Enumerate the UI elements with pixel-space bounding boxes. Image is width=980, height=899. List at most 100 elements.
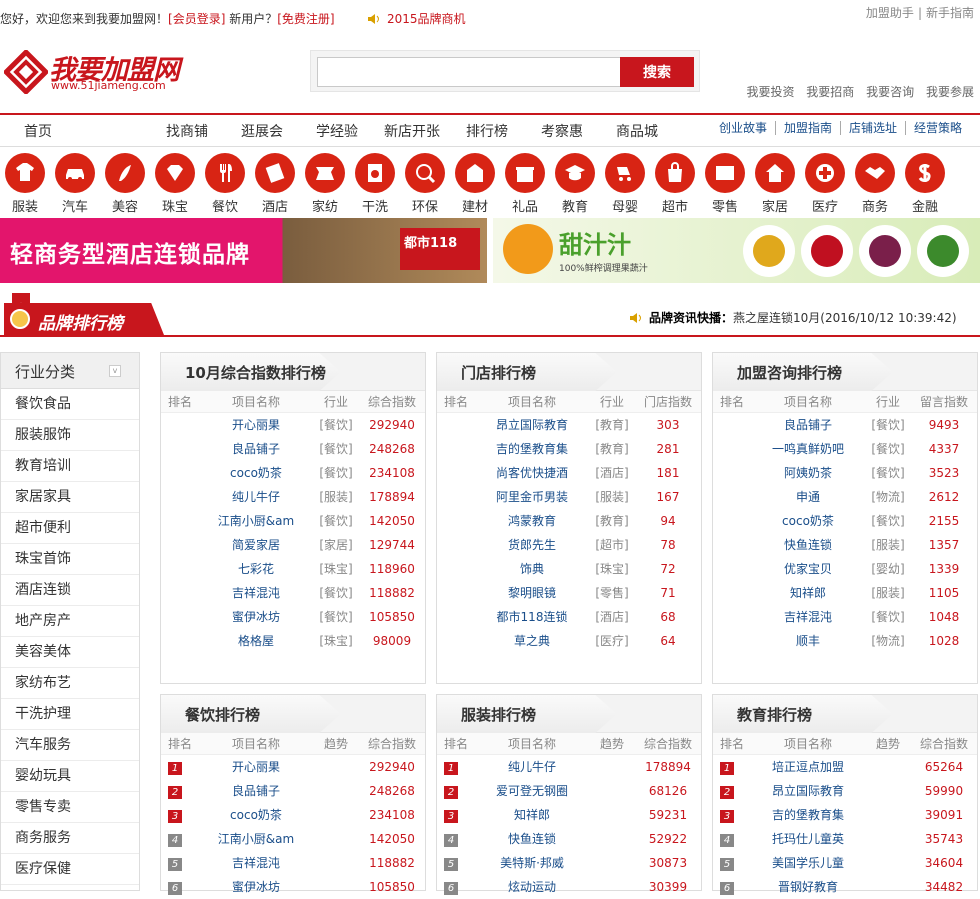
category-cutlery[interactable]: 餐饮 (200, 153, 250, 215)
sidebar-item[interactable]: 商务服务 (1, 823, 139, 854)
nav-mall[interactable]: 商品城 (616, 121, 658, 141)
project-name-link[interactable]: 开心丽果 (201, 413, 311, 437)
project-name-link[interactable]: 吉的堡教育集 (753, 803, 863, 827)
table-row[interactable]: 5 吉祥混沌 118882 (161, 851, 425, 875)
table-row[interactable]: 4 快鱼连锁 52922 (437, 827, 701, 851)
nav-learn[interactable]: 学经验 (316, 121, 358, 141)
table-row[interactable]: 阿姨奶茶 [餐饮] 3523 (713, 461, 977, 485)
nav-sub-location[interactable]: 店铺选址 (839, 121, 905, 135)
table-row[interactable]: 2 良品铺子 248268 (161, 779, 425, 803)
quick-link-merchants[interactable]: 我要招商 (806, 85, 854, 99)
table-row[interactable]: 尚客优快捷酒 [酒店] 181 (437, 461, 701, 485)
sidebar-item[interactable]: 干洗护理 (1, 699, 139, 730)
category-jewel[interactable]: 珠宝 (150, 153, 200, 215)
table-row[interactable]: 良品铺子 [餐饮] 9493 (713, 413, 977, 437)
register-link[interactable]: [免费注册] (277, 12, 334, 26)
table-row[interactable]: 知祥郎 [服装] 1105 (713, 581, 977, 605)
project-name-link[interactable]: 培正逗点加盟 (753, 755, 863, 779)
table-row[interactable]: 顺丰 [物流] 1028 (713, 629, 977, 653)
nav-shops[interactable]: 找商铺 (166, 121, 208, 141)
category-shopping-bag[interactable]: 超市 (650, 153, 700, 215)
category-beauty[interactable]: 美容 (100, 153, 150, 215)
table-row[interactable]: 快鱼连锁 [服装] 1357 (713, 533, 977, 557)
category-globe[interactable]: 环保 (400, 153, 450, 215)
project-name-link[interactable]: 申通 (753, 485, 863, 509)
quick-link-consult[interactable]: 我要咨询 (866, 85, 914, 99)
table-row[interactable]: 6 炫动运动 30399 (437, 875, 701, 899)
project-name-link[interactable]: 江南小厨&am (201, 509, 311, 533)
site-logo[interactable]: 我要加盟网 www.51jiameng.com (4, 48, 192, 96)
table-row[interactable]: 吉祥混沌 [餐饮] 118882 (161, 581, 425, 605)
table-row[interactable]: coco奶茶 [餐饮] 234108 (161, 461, 425, 485)
sidebar-item[interactable]: 服装服饰 (1, 420, 139, 451)
news-ticker[interactable]: 品牌资讯快播：燕之屋连锁10月(2016/10/12 10:39:42) (629, 309, 957, 326)
table-row[interactable]: 6 蜜伊冰坊 105850 (161, 875, 425, 899)
helper-link[interactable]: 加盟助手 (866, 6, 914, 20)
sidebar-item[interactable]: 地产房产 (1, 606, 139, 637)
category-gift[interactable]: 礼品 (500, 153, 550, 215)
table-row[interactable]: 4 托玛仕儿童英 35743 (713, 827, 977, 851)
category-textile[interactable]: 家纺 (300, 153, 350, 215)
hotel-banner[interactable]: 轻商务型酒店连锁品牌 都市118 (0, 218, 487, 283)
project-name-link[interactable]: 昂立国际教育 (477, 413, 587, 437)
sidebar-item[interactable]: 婴幼玩具 (1, 761, 139, 792)
panel-header[interactable]: 10月综合指数排行榜 (161, 353, 425, 391)
table-row[interactable]: 纯儿牛仔 [服装] 178894 (161, 485, 425, 509)
project-name-link[interactable]: 吉祥混沌 (201, 851, 311, 875)
project-name-link[interactable]: 知祥郎 (753, 581, 863, 605)
table-row[interactable]: 饰典 [珠宝] 72 (437, 557, 701, 581)
table-row[interactable]: 吉的堡教育集 [教育] 281 (437, 437, 701, 461)
category-car[interactable]: 汽车 (50, 153, 100, 215)
project-name-link[interactable]: 昂立国际教育 (753, 779, 863, 803)
table-row[interactable]: 申通 [物流] 2612 (713, 485, 977, 509)
project-name-link[interactable]: 快鱼连锁 (753, 533, 863, 557)
project-name-link[interactable]: 江南小厨&am (201, 827, 311, 851)
project-name-link[interactable]: 货郎先生 (477, 533, 587, 557)
table-row[interactable]: 2 爱可登无钢圈 68126 (437, 779, 701, 803)
project-name-link[interactable]: 格格屋 (201, 629, 311, 653)
table-row[interactable]: 1 培正逗点加盟 65264 (713, 755, 977, 779)
project-name-link[interactable]: 知祥郎 (477, 803, 587, 827)
category-medical-cross[interactable]: 医疗 (800, 153, 850, 215)
panel-header[interactable]: 加盟咨询排行榜 (713, 353, 977, 391)
sidebar-header[interactable]: 行业分类 v (1, 353, 139, 389)
table-row[interactable]: 简爱家居 [家居] 129744 (161, 533, 425, 557)
panel-header[interactable]: 教育排行榜 (713, 695, 977, 733)
project-name-link[interactable]: 阿姨奶茶 (753, 461, 863, 485)
category-graduation[interactable]: 教育 (550, 153, 600, 215)
table-row[interactable]: 3 吉的堡教育集 39091 (713, 803, 977, 827)
table-row[interactable]: 开心丽果 [餐饮] 292940 (161, 413, 425, 437)
project-name-link[interactable]: 蜜伊冰坊 (201, 875, 311, 899)
announcement[interactable]: 2015品牌商机 (367, 10, 466, 27)
table-row[interactable]: 七彩花 [珠宝] 118960 (161, 557, 425, 581)
project-name-link[interactable]: 阿里金币男装 (477, 485, 587, 509)
project-name-link[interactable]: 良品铺子 (753, 413, 863, 437)
project-name-link[interactable]: coco奶茶 (201, 803, 311, 827)
table-row[interactable]: coco奶茶 [餐饮] 2155 (713, 509, 977, 533)
table-row[interactable]: 江南小厨&am [餐饮] 142050 (161, 509, 425, 533)
table-row[interactable]: 昂立国际教育 [教育] 303 (437, 413, 701, 437)
sidebar-item[interactable]: 餐饮食品 (1, 389, 139, 420)
project-name-link[interactable]: 纯儿牛仔 (477, 755, 587, 779)
project-name-link[interactable]: 饰典 (477, 557, 587, 581)
project-name-link[interactable]: 美国学乐儿童 (753, 851, 863, 875)
project-name-link[interactable]: 吉祥混沌 (201, 581, 311, 605)
nav-home[interactable]: 首页 (24, 121, 52, 141)
category-washer[interactable]: 干洗 (350, 153, 400, 215)
sidebar-item[interactable]: 美容美体 (1, 637, 139, 668)
project-name-link[interactable]: 七彩花 (201, 557, 311, 581)
sidebar-item[interactable]: 汽车服务 (1, 730, 139, 761)
category-tshirt[interactable]: 服装 (0, 153, 50, 215)
table-row[interactable]: 优家宝贝 [婴幼] 1339 (713, 557, 977, 581)
nav-sub-guide[interactable]: 加盟指南 (774, 121, 840, 135)
project-name-link[interactable]: coco奶茶 (201, 461, 311, 485)
sidebar-item[interactable]: 家纺布艺 (1, 668, 139, 699)
category-hotel[interactable]: 酒店 (250, 153, 300, 215)
table-row[interactable]: 货郎先生 [超市] 78 (437, 533, 701, 557)
nav-ranking[interactable]: 排行榜 (466, 121, 508, 141)
login-link[interactable]: [会员登录] (168, 12, 225, 26)
category-handshake[interactable]: 商务 (850, 153, 900, 215)
project-name-link[interactable]: 鸿蒙教育 (477, 509, 587, 533)
table-row[interactable]: 都市118连锁 [酒店] 68 (437, 605, 701, 629)
panel-header[interactable]: 服装排行榜 (437, 695, 701, 733)
